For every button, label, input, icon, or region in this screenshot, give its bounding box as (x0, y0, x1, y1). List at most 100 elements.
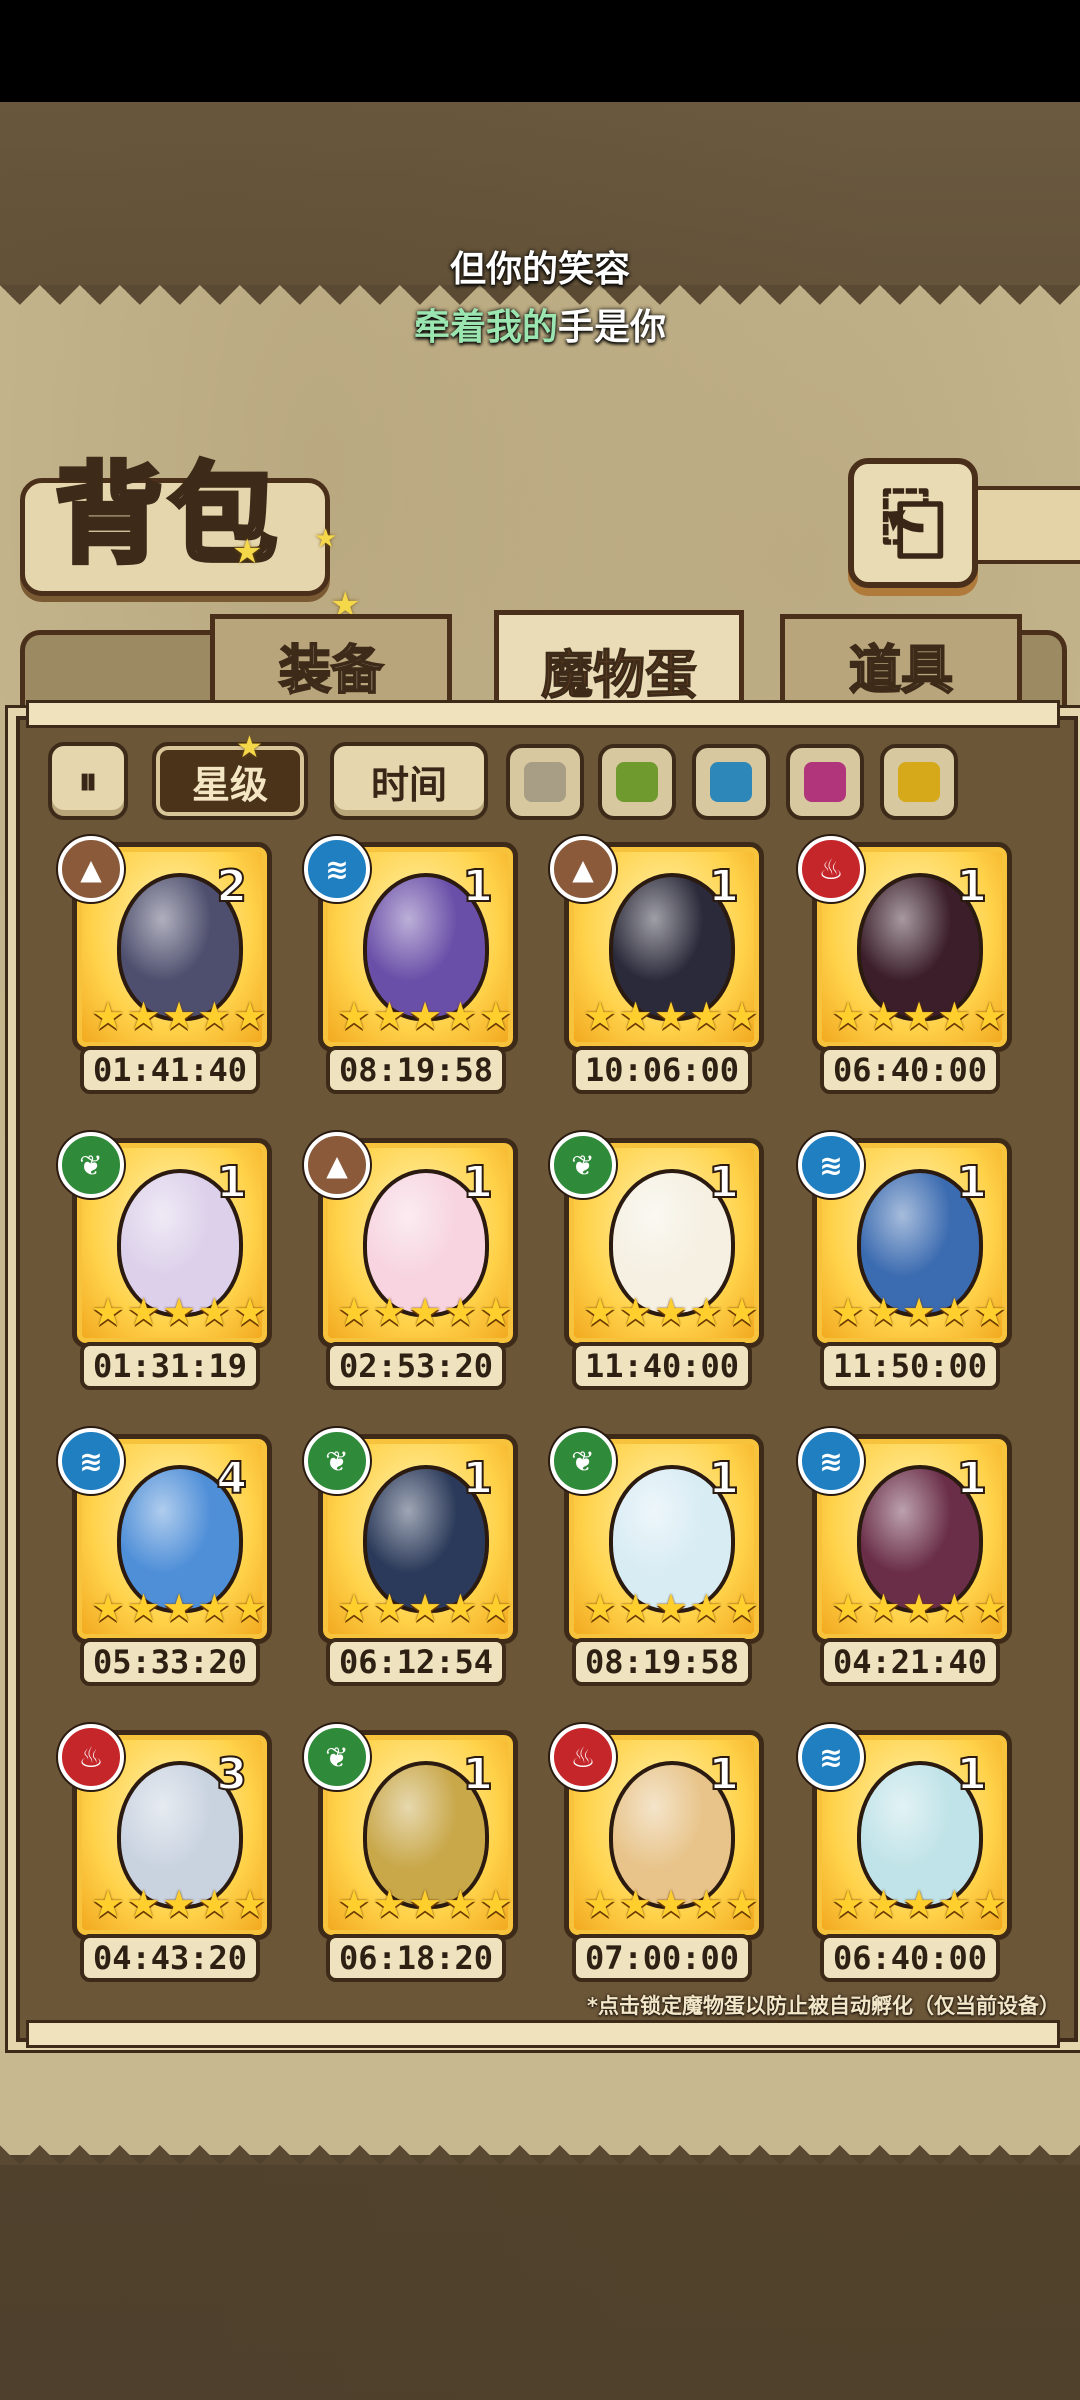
star-rating: ★ ★ ★ ★ ★ (337, 1885, 513, 1923)
egg-count: 1 (955, 1156, 988, 1209)
star-icon: ★ (972, 1882, 1007, 1926)
hatch-timer: 01:41:40 (80, 1046, 260, 1094)
color-swatch (804, 762, 846, 802)
lyric-line-2-highlight: 牵着我的 (413, 307, 558, 348)
star-icon: ★ (583, 994, 618, 1038)
star-icon: ★ (653, 1882, 689, 1926)
star-icon: ★ (831, 1882, 866, 1926)
tab-equipment[interactable]: 装备 (210, 614, 452, 711)
star-icon: ★ (972, 994, 1007, 1038)
star-icon: ★ (197, 1586, 232, 1630)
star-icon: ★ (972, 1290, 1007, 1334)
hatch-timer: 04:21:40 (820, 1638, 1000, 1686)
fire-element-icon: ♨ (58, 1724, 124, 1790)
filter-color-green[interactable] (598, 744, 676, 820)
egg-slot[interactable]: 1 ★ ★ ★ ★ ★ ❦ 06:12:54 (304, 1428, 518, 1686)
torn-edge-bottom (0, 2125, 1080, 2165)
egg-slot[interactable]: 1 ★ ★ ★ ★ ★ ❦ 01:31:19 (58, 1132, 272, 1390)
sort-toggle-icon: ⏸ (78, 758, 98, 803)
egg-slot[interactable]: 1 ★ ★ ★ ★ ★ ♨ 07:00:00 (550, 1724, 764, 1982)
star-icon: ★ (443, 1290, 478, 1334)
star-icon: ★ (478, 1882, 513, 1926)
sort-by-time-button[interactable]: 时间 (330, 742, 488, 820)
egg-slot[interactable]: 1 ★ ★ ★ ★ ★ ≋ 11:50:00 (798, 1132, 1012, 1390)
filter-color-pink[interactable] (786, 744, 864, 820)
egg-slot[interactable]: 1 ★ ★ ★ ★ ★ ≋ 08:19:58 (304, 836, 518, 1094)
star-icon: ★ (618, 1290, 653, 1334)
egg-slot[interactable]: 1 ★ ★ ★ ★ ★ ♨ 06:40:00 (798, 836, 1012, 1094)
egg-slot[interactable]: 1 ★ ★ ★ ★ ★ ≋ 04:21:40 (798, 1428, 1012, 1686)
star-icon: ★ (197, 1882, 232, 1926)
star-icon: ★ (689, 1586, 724, 1630)
star-icon: ★ (161, 1882, 197, 1926)
egg-count: 1 (215, 1156, 248, 1209)
egg-count: 1 (461, 1452, 494, 1505)
star-icon: ★ (197, 1290, 232, 1334)
leaf-element-icon: ❦ (304, 1724, 370, 1790)
egg-slot[interactable]: 1 ★ ★ ★ ★ ★ ▲ 02:53:20 (304, 1132, 518, 1390)
color-swatch (616, 762, 658, 802)
egg-count: 1 (707, 1452, 740, 1505)
egg-slot[interactable]: 1 ★ ★ ★ ★ ★ ❦ 08:19:58 (550, 1428, 764, 1686)
sort-by-star-button[interactable]: 星级 (152, 742, 308, 820)
star-icon: ★ (901, 1586, 937, 1630)
star-icon: ★ (831, 1290, 866, 1334)
star-icon: ★ (91, 994, 126, 1038)
egg-count: 1 (955, 1452, 988, 1505)
star-icon: ★ (126, 1882, 161, 1926)
leaf-element-icon: ❦ (550, 1132, 616, 1198)
sort-order-button[interactable]: ⏸ (48, 742, 128, 820)
star-icon: ★ (161, 994, 197, 1038)
star-icon: ★ (161, 1290, 197, 1334)
star-icon: ★ (972, 1586, 1007, 1630)
hatch-timer: 05:33:20 (80, 1638, 260, 1686)
star-icon: ★ (337, 1586, 372, 1630)
star-rating: ★ ★ ★ ★ ★ (91, 997, 267, 1035)
back-button[interactable]: ⎗ (848, 458, 978, 588)
egg-slot[interactable]: 2 ★ ★ ★ ★ ★ ▲ 01:41:40 (58, 836, 272, 1094)
hatch-timer: 02:53:20 (326, 1342, 506, 1390)
hatch-timer: 06:40:00 (820, 1046, 1000, 1094)
color-swatch (898, 762, 940, 802)
egg-slot[interactable]: 4 ★ ★ ★ ★ ★ ≋ 05:33:20 (58, 1428, 272, 1686)
egg-slot[interactable]: 3 ★ ★ ★ ★ ★ ♨ 04:43:20 (58, 1724, 272, 1982)
egg-slot[interactable]: 1 ★ ★ ★ ★ ★ ❦ 06:18:20 (304, 1724, 518, 1982)
hatch-timer: 08:19:58 (572, 1638, 752, 1686)
star-icon: ★ (443, 1586, 478, 1630)
egg-slot[interactable]: 1 ★ ★ ★ ★ ★ ❦ 11:40:00 (550, 1132, 764, 1390)
star-rating: ★ ★ ★ ★ ★ (337, 1293, 513, 1331)
star-icon: ★ (724, 1290, 759, 1334)
star-rating: ★ ★ ★ ★ ★ (583, 997, 759, 1035)
hatch-timer: 04:43:20 (80, 1934, 260, 1982)
hatch-timer: 06:12:54 (326, 1638, 506, 1686)
filter-color-yellow[interactable] (880, 744, 958, 820)
earth-element-icon: ▲ (550, 836, 616, 902)
egg-count: 1 (461, 1748, 494, 1801)
leaf-element-icon: ❦ (58, 1132, 124, 1198)
star-icon: ★ (937, 994, 972, 1038)
sparkle-star-icon: ★ (236, 730, 263, 765)
star-icon: ★ (337, 994, 372, 1038)
star-icon: ★ (901, 1290, 937, 1334)
egg-slot[interactable]: 1 ★ ★ ★ ★ ★ ▲ 10:06:00 (550, 836, 764, 1094)
star-icon: ★ (831, 1586, 866, 1630)
egg-slot[interactable]: 1 ★ ★ ★ ★ ★ ≋ 06:40:00 (798, 1724, 1012, 1982)
star-icon: ★ (689, 1290, 724, 1334)
star-icon: ★ (407, 1882, 443, 1926)
hatch-timer: 07:00:00 (572, 1934, 752, 1982)
water-element-icon: ≋ (798, 1428, 864, 1494)
filter-color-gray[interactable] (506, 744, 584, 820)
star-icon: ★ (724, 994, 759, 1038)
star-icon: ★ (583, 1290, 618, 1334)
filter-color-blue[interactable] (692, 744, 770, 820)
star-icon: ★ (866, 1290, 901, 1334)
star-rating: ★ ★ ★ ★ ★ (831, 1293, 1007, 1331)
tab-items[interactable]: 道具 (780, 614, 1022, 711)
star-icon: ★ (232, 1882, 267, 1926)
star-icon: ★ (407, 1586, 443, 1630)
star-icon: ★ (583, 1882, 618, 1926)
color-swatch (524, 762, 566, 802)
star-icon: ★ (372, 994, 407, 1038)
lyric-line-2-rest: 手是你 (558, 307, 667, 348)
star-icon: ★ (197, 994, 232, 1038)
